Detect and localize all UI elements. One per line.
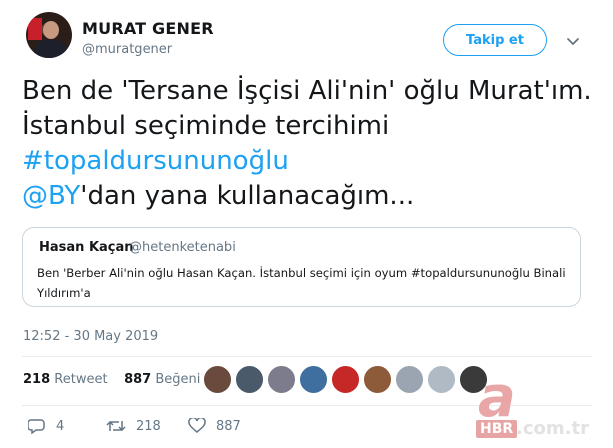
hashtag-link[interactable]: #topaldursununoğlu xyxy=(22,146,289,176)
quoted-author-name: Hasan Kaçan xyxy=(39,240,134,255)
heart-icon xyxy=(188,418,206,433)
liker-avatar[interactable] xyxy=(427,365,456,394)
retweet-icon xyxy=(106,420,126,432)
chevron-down-icon[interactable] xyxy=(566,33,580,46)
tweet-line-2: İstanbul seçiminde tercihimi xyxy=(22,111,390,141)
like-stat[interactable]: 887 Beğeni xyxy=(124,372,200,387)
liker-avatar[interactable] xyxy=(203,365,232,394)
watermark-brand: HBR xyxy=(476,420,518,438)
follow-button[interactable]: Takip et xyxy=(443,24,547,56)
retweet-button[interactable]: 218 xyxy=(106,418,161,434)
avatar-body xyxy=(34,40,68,58)
mention-link[interactable]: @BY xyxy=(22,181,80,211)
reply-count: 4 xyxy=(56,418,65,434)
liker-avatar[interactable] xyxy=(363,365,392,394)
liker-avatar[interactable] xyxy=(235,365,264,394)
tweet-line-4: 'dan yana kullanacağım... xyxy=(80,181,415,211)
author-name[interactable]: MURAT GENER xyxy=(82,19,214,38)
avatar[interactable] xyxy=(26,12,72,58)
quoted-author-handle: @hetenketenabi xyxy=(129,240,236,255)
watermark-domain: .com.tr xyxy=(516,418,589,439)
retweet-stat[interactable]: 218 Retweet xyxy=(23,372,108,387)
liker-avatar[interactable] xyxy=(267,365,296,394)
quoted-text: Ben 'Berber Ali'nin oğlu Hasan Kaçan. İs… xyxy=(37,266,566,300)
watermark-letter: a xyxy=(478,365,516,430)
timestamp[interactable]: 12:52 - 30 May 2019 xyxy=(23,329,158,344)
flag-graphic xyxy=(28,18,42,40)
liker-avatar[interactable] xyxy=(331,365,360,394)
reply-button[interactable]: 4 xyxy=(28,418,64,434)
avatar-face xyxy=(43,21,59,39)
liker-avatar[interactable] xyxy=(395,365,424,394)
reply-icon xyxy=(28,419,45,434)
hbr-watermark: a HBR .com.tr xyxy=(470,368,610,448)
like-button[interactable]: 887 xyxy=(188,418,241,434)
engagement-stats: 218 Retweet 887 Beğeni xyxy=(23,372,200,387)
quoted-tweet[interactable]: Hasan Kaçan @hetenketenabi Ben 'Berber A… xyxy=(22,227,581,307)
like-count: 887 xyxy=(216,418,241,434)
author-handle[interactable]: @muratgener xyxy=(82,42,172,57)
likers-avatars xyxy=(203,365,488,395)
liker-avatar[interactable] xyxy=(299,365,328,394)
retweet-count: 218 xyxy=(136,418,161,434)
tweet-line-1: Ben de 'Tersane İşçisi Ali'nin' oğlu Mur… xyxy=(22,76,592,106)
tweet-text: Ben de 'Tersane İşçisi Ali'nin' oğlu Mur… xyxy=(22,74,602,214)
divider xyxy=(22,356,592,357)
